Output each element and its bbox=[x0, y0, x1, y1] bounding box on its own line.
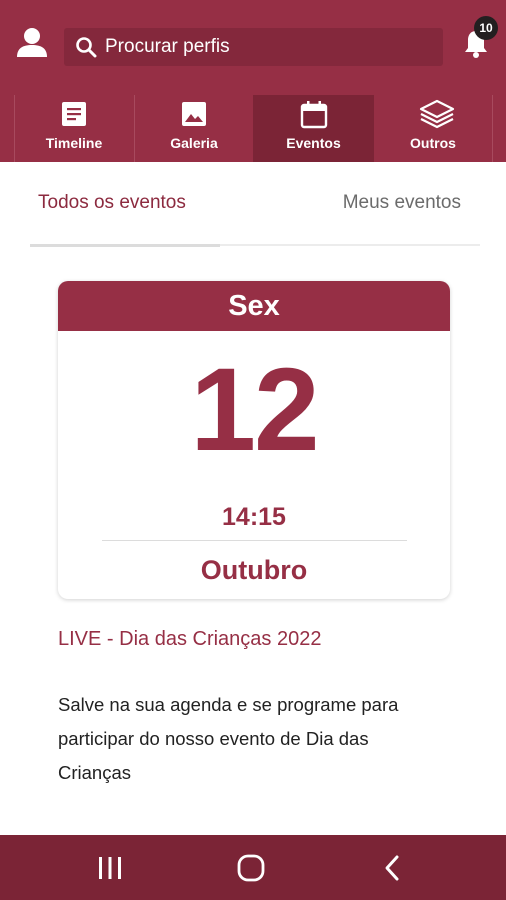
event-title[interactable]: LIVE - Dia das Crianças 2022 bbox=[58, 628, 321, 651]
tab-label: Outros bbox=[410, 135, 456, 151]
search-placeholder: Procurar perfis bbox=[105, 36, 230, 57]
tab-label: Eventos bbox=[286, 135, 341, 151]
card-divider bbox=[102, 540, 407, 541]
tab-label: Galeria bbox=[170, 135, 218, 151]
search-icon bbox=[75, 36, 97, 58]
notification-badge: 10 bbox=[474, 16, 498, 40]
tab-timeline[interactable]: Timeline bbox=[14, 95, 134, 162]
document-icon bbox=[59, 99, 89, 129]
event-month: Outubro bbox=[200, 555, 308, 585]
tab-label: Timeline bbox=[45, 135, 103, 151]
recents-icon[interactable] bbox=[93, 851, 127, 885]
event-description: Salve na sua agenda e se programe para p… bbox=[58, 694, 399, 783]
layers-icon bbox=[418, 99, 455, 129]
image-icon bbox=[179, 99, 209, 129]
tab-outros[interactable]: Outros bbox=[374, 95, 492, 162]
tab-eventos[interactable]: Eventos bbox=[253, 95, 374, 162]
home-icon[interactable] bbox=[234, 851, 268, 885]
event-time: 14:15 bbox=[222, 503, 286, 531]
event-day: 12 bbox=[190, 344, 319, 476]
subtab-active-indicator bbox=[30, 244, 220, 247]
tab-divider bbox=[134, 95, 135, 162]
tab-divider bbox=[14, 95, 15, 162]
event-subtabs: Todos os eventos Meus eventos bbox=[0, 162, 506, 248]
subtab-my-events[interactable]: Meus eventos bbox=[343, 192, 461, 214]
subtab-all-events[interactable]: Todos os eventos bbox=[38, 192, 186, 214]
system-nav-bar bbox=[0, 835, 506, 900]
tab-divider bbox=[492, 95, 493, 162]
user-icon[interactable] bbox=[14, 24, 50, 60]
event-date-card[interactable]: Sex 12 14:15 Outubro bbox=[58, 281, 450, 599]
search-bar[interactable]: Procurar perfis bbox=[64, 28, 443, 66]
event-weekday: Sex bbox=[58, 281, 450, 331]
main-tabs: Timeline Galeria Eventos Outros bbox=[0, 95, 506, 162]
calendar-icon bbox=[299, 99, 329, 129]
back-icon[interactable] bbox=[376, 851, 410, 885]
tab-galeria[interactable]: Galeria bbox=[134, 95, 254, 162]
